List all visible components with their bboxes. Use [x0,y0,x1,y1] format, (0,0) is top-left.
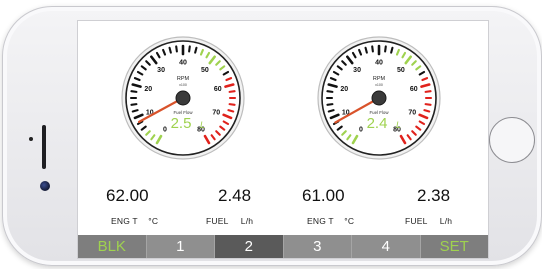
readout-value-eng-temp-left: 62.00 [106,186,149,205]
gauge-tick [131,109,139,113]
gauge-tick-label: 40 [179,60,187,67]
gauge-tick [228,90,236,93]
gauge-tick-label: 50 [397,67,405,74]
gauge-right: 0 10 20 30 40 50 60 70 80 RPM x100 Fuel Flow 2.4 L [315,34,443,162]
gauge-tick [227,109,235,113]
fuel-flow-value: 2.4 [367,115,388,132]
gauge-tick-label: 60 [410,86,418,93]
gauge-tick [327,109,335,113]
readout-unit: L/h [439,216,453,226]
earpiece-speaker [42,125,46,169]
gauge-tick-label: 0 [359,127,363,134]
readout-label-fuel-right: FUEL L/h [405,216,452,226]
gauge-left: 0 10 20 30 40 50 60 70 80 RPM x100 Fuel Flow 2.5 L [119,34,247,162]
readout-value-fuel-left: 2.48 [218,186,252,205]
gauge-dial-sublabel: x100 [375,83,383,87]
gauge-hub [371,90,387,106]
gauge-tick-label: 50 [201,67,209,74]
nav-button-set[interactable]: SET [420,235,488,258]
readout-value-eng-temp-right: 61.00 [302,186,345,205]
gauge-tick [390,46,394,54]
bottom-nav-bar: BLK 1 2 3 4 SET [78,235,488,258]
gauge-tick [423,109,431,113]
gauge-tick [194,46,198,54]
readout-unit: °C [148,216,159,226]
gauge-tick-label: 20 [144,86,152,93]
gauge-tick [168,46,172,54]
nav-button-3[interactable]: 3 [283,235,352,258]
home-button[interactable] [489,117,535,163]
nav-button-4[interactable]: 4 [352,235,421,258]
readout-value-fuel-right: 2.38 [417,186,451,205]
gauge-tick-label: 70 [408,109,416,116]
readout-label-eng-temp-left: ENG T °C [111,216,158,226]
readout-label-eng-temp-right: ENG T °C [307,216,354,226]
fuel-flow-unit: L [396,120,401,130]
gauge-tick [424,90,432,93]
gauge-tick [364,46,368,54]
gauge-tick [384,45,387,53]
gauge-hub [175,90,191,106]
gauge-tick-label: 20 [340,86,348,93]
front-camera [40,181,50,191]
gauge-tick [175,45,178,53]
gauge-tick-label: 30 [157,67,165,74]
nav-button-2[interactable]: 2 [215,235,284,258]
fuel-flow-unit: L [200,120,205,130]
nav-button-blk[interactable]: BLK [78,235,147,258]
readout-unit: L/h [240,216,254,226]
rpm-gauge-right: 01020304050607080RPMx100Fuel Flow2.4 L [317,36,441,160]
gauge-tick [188,45,191,53]
gauge-tick-label: 0 [163,127,167,134]
gauge-tick [424,103,432,106]
readout-label: ENG T [111,216,138,226]
app-screen: 0 10 20 30 40 50 60 70 80 RPM x100 Fuel Flow 2.5 L 01… [77,20,489,259]
gauge-tick [326,103,334,106]
readout-label: FUEL [206,216,229,226]
gauge-tick [326,90,334,93]
gauge-tick-label: 40 [375,60,383,67]
phone-frame: 0 10 20 30 40 50 60 70 80 RPM x100 Fuel Flow 2.5 L 01… [2,6,542,266]
fuel-flow-value: 2.5 [171,115,192,132]
readout-label: ENG T [307,216,334,226]
gauge-tick [130,103,138,106]
proximity-sensor [29,137,33,141]
nav-button-1[interactable]: 1 [146,235,215,258]
gauge-tick [371,45,374,53]
gauge-dial-sublabel: x100 [179,83,187,87]
gauge-tick-label: 60 [214,86,222,93]
readout-unit: °C [344,216,355,226]
gauge-tick [130,90,138,93]
rpm-gauge-left: 01020304050607080RPMx100Fuel Flow2.5 L [121,36,245,160]
gauge-tick [228,103,236,106]
gauge-tick-label: 30 [353,67,361,74]
gauge-dial-label: RPM [373,76,386,82]
readout-label-fuel-left: FUEL L/h [206,216,253,226]
gauge-tick-label: 70 [212,109,220,116]
readout-label: FUEL [405,216,428,226]
gauge-dial-label: RPM [177,76,190,82]
